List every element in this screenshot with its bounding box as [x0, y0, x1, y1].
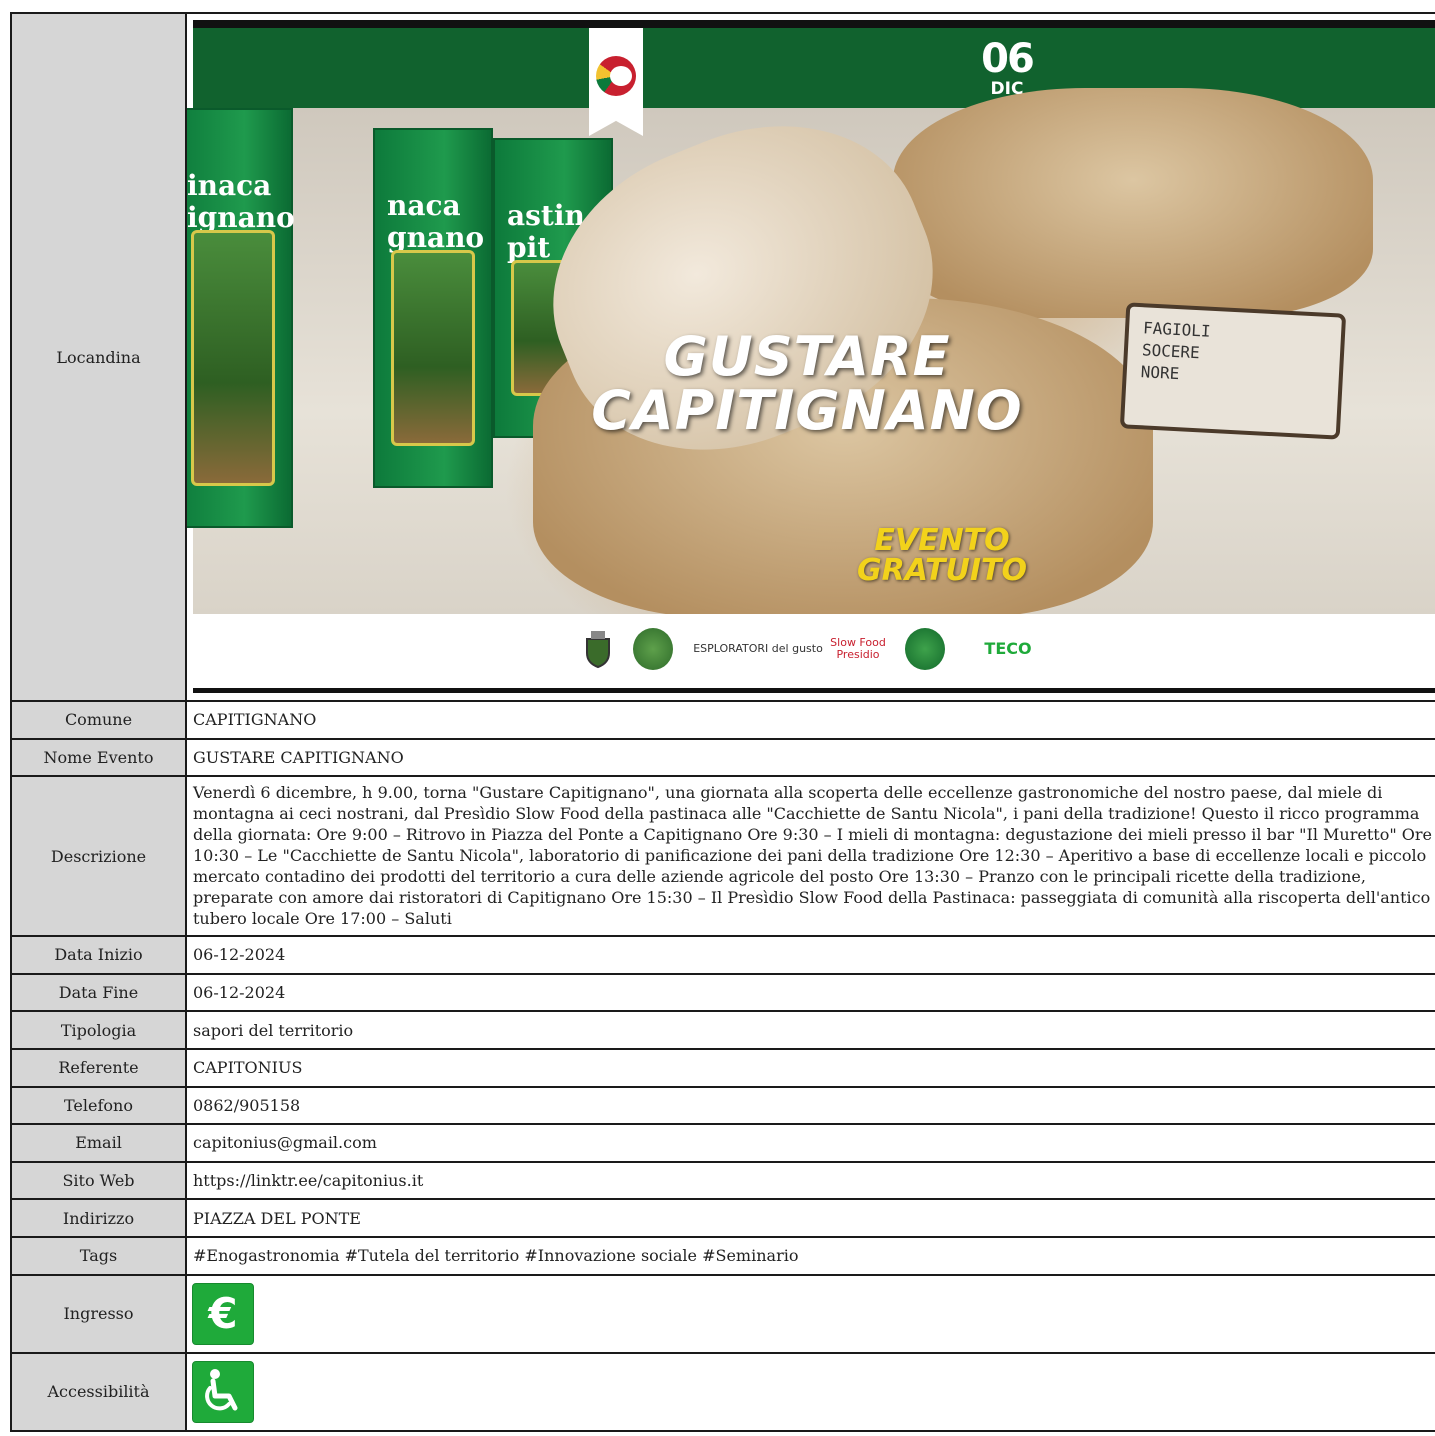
table-row: Indirizzo PIAZZA DEL PONTE: [10, 1198, 1435, 1238]
poster-free-line2: GRATUITO: [856, 553, 1028, 588]
euro-icon: €: [192, 1282, 254, 1345]
table-row: Email capitonius@gmail.com: [10, 1123, 1435, 1163]
wheelchair-icon: [192, 1360, 254, 1423]
sponsor-slow-food: Slow Food Presidio: [830, 636, 886, 661]
indirizzo-label: Indirizzo: [10, 1198, 187, 1238]
table-row: Data Inizio 06-12-2024: [10, 935, 1435, 975]
data-inizio-value: 06-12-2024: [185, 935, 1435, 975]
handwritten-sign: FAGIOLI SOCERE NORE: [1119, 302, 1347, 440]
table-row: Data Fine 06-12-2024: [10, 972, 1435, 1013]
table-row: Nome Evento GUSTARE CAPITIGNANO: [10, 737, 1435, 778]
book-image: inaca ignano: [187, 108, 295, 528]
poster-bottom-border: [193, 688, 1435, 693]
sito-web-value: https://linktr.ee/capitonius.it: [185, 1160, 1435, 1201]
poster-date: 06 DIC: [977, 38, 1037, 98]
data-fine-label: Data Fine: [10, 972, 187, 1013]
indirizzo-value: PIAZZA DEL PONTE: [185, 1198, 1435, 1238]
table-row: Accessibilità: [10, 1351, 1435, 1432]
poster-headline-line2: CAPITIGNANO: [591, 379, 1023, 442]
poster-date-day: 06: [981, 36, 1035, 82]
tags-label: Tags: [10, 1235, 187, 1276]
municipality-crest-icon: [583, 628, 613, 670]
event-poster[interactable]: inaca ignano naca gnano astin pit FAGIOL…: [187, 14, 1435, 700]
poster-free-line1: EVENTO: [874, 523, 1010, 558]
sponsor-teco: TECO: [984, 639, 1032, 658]
table-row: Tags #Enogastronomia #Tutela del territo…: [10, 1235, 1435, 1276]
poster-label: Locandina: [10, 12, 187, 702]
referente-value: CAPITONIUS: [185, 1047, 1435, 1088]
descrizione-label: Descrizione: [10, 775, 187, 938]
tipologia-value: sapori del territorio: [185, 1010, 1435, 1050]
comune-label: Comune: [10, 700, 187, 740]
poster-free-event: EVENTO GRATUITO: [827, 526, 1057, 586]
table-row: Telefono 0862/905158: [10, 1085, 1435, 1126]
nome-evento-label: Nome Evento: [10, 737, 187, 778]
table-row: Sito Web https://linktr.ee/capitonius.it: [10, 1160, 1435, 1201]
landscape-logo-icon: [633, 628, 673, 670]
capitonius-logo-icon: [596, 56, 636, 96]
ingresso-label: Ingresso: [10, 1273, 187, 1354]
table-row: Descrizione Venerdì 6 dicembre, h 9.00, …: [10, 775, 1435, 938]
tags-value: #Enogastronomia #Tutela del territorio #…: [185, 1235, 1435, 1276]
event-details-table: Locandina inaca ignano naca gnano astin pit: [10, 12, 1435, 1432]
poster-sponsors: ESPLORATORI del gusto Slow Food Presidio…: [193, 614, 1435, 688]
telefono-value: 0862/905158: [185, 1085, 1435, 1126]
presidio-logo-icon: [905, 628, 945, 670]
telefono-label: Telefono: [10, 1085, 187, 1126]
accessibilita-cell: [185, 1351, 1435, 1432]
poster-headline-line1: GUSTARE: [663, 325, 951, 388]
email-value: capitonius@gmail.com: [185, 1123, 1435, 1163]
poster-date-month: DIC: [990, 79, 1024, 99]
capitonius-logo-badge: [589, 28, 643, 136]
ingresso-cell: €: [185, 1273, 1435, 1354]
table-row: Tipologia sapori del territorio: [10, 1010, 1435, 1050]
paper-bag-image: [893, 88, 1373, 318]
table-row: Comune CAPITIGNANO: [10, 700, 1435, 740]
referente-label: Referente: [10, 1047, 187, 1088]
descrizione-value: Venerdì 6 dicembre, h 9.00, torna "Gusta…: [185, 775, 1435, 938]
sponsor-esploratori: ESPLORATORI del gusto: [693, 642, 823, 655]
poster-top-border: [193, 20, 1435, 28]
poster-cell: inaca ignano naca gnano astin pit FAGIOL…: [185, 12, 1435, 702]
email-label: Email: [10, 1123, 187, 1163]
sito-web-label: Sito Web: [10, 1160, 187, 1201]
book-image: naca gnano: [373, 128, 493, 488]
poster-row: Locandina inaca ignano naca gnano astin pit: [10, 12, 1435, 702]
comune-value: CAPITIGNANO: [185, 700, 1435, 740]
poster-headline: GUSTARE CAPITIGNANO: [567, 330, 1047, 438]
table-row: Referente CAPITONIUS: [10, 1047, 1435, 1088]
table-row: Ingresso €: [10, 1273, 1435, 1354]
data-inizio-label: Data Inizio: [10, 935, 187, 975]
accessibilita-label: Accessibilità: [10, 1351, 187, 1432]
data-fine-value: 06-12-2024: [185, 972, 1435, 1013]
tipologia-label: Tipologia: [10, 1010, 187, 1050]
nome-evento-value: GUSTARE CAPITIGNANO: [185, 737, 1435, 778]
